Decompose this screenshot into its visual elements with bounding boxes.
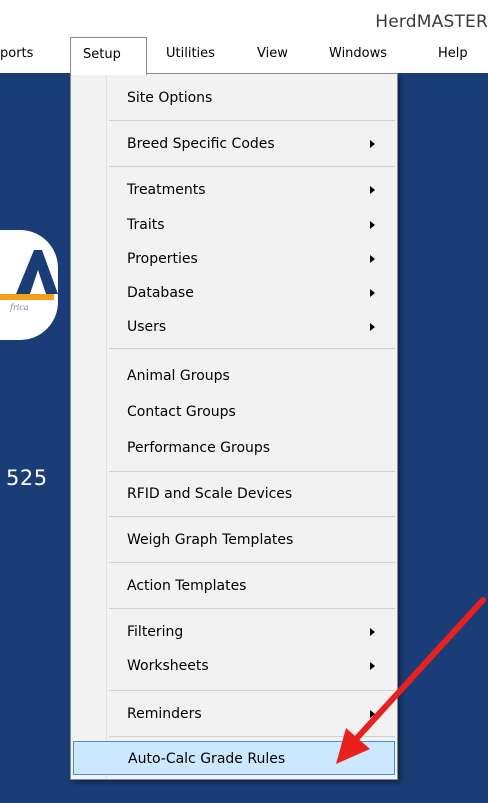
menu-item-worksheets[interactable]: Worksheets — [71, 649, 397, 683]
menu-item-weigh-graph-templates[interactable]: Weigh Graph Templates — [71, 523, 397, 557]
menu-item-label: Properties — [127, 251, 198, 267]
menu-item-filtering[interactable]: Filtering — [71, 615, 397, 649]
submenu-arrow-icon — [370, 221, 375, 229]
menu-item-label: Weigh Graph Templates — [127, 532, 294, 548]
menu-view[interactable]: View — [257, 37, 288, 73]
menu-bar: ports Setup Utilities View Windows Help — [0, 37, 488, 75]
menu-separator — [109, 166, 395, 167]
menu-separator — [109, 471, 395, 472]
submenu-arrow-icon — [370, 628, 375, 636]
submenu-arrow-icon — [370, 140, 375, 148]
menu-setup[interactable]: Setup — [70, 37, 147, 75]
menu-item-label: Worksheets — [127, 658, 209, 674]
menu-separator — [109, 120, 395, 121]
menu-item-label: Performance Groups — [127, 440, 271, 456]
menu-utilities[interactable]: Utilities — [166, 37, 215, 73]
menu-separator — [109, 690, 395, 691]
menu-windows[interactable]: Windows — [329, 37, 387, 73]
submenu-arrow-icon — [370, 289, 375, 297]
menu-item-label: Animal Groups — [127, 368, 230, 384]
submenu-arrow-icon — [370, 186, 375, 194]
menu-item-label: Treatments — [127, 182, 206, 198]
menu-item-users[interactable]: Users — [71, 310, 397, 344]
menu-item-action-templates[interactable]: Action Templates — [71, 569, 397, 603]
menu-item-breed-specific-codes[interactable]: Breed Specific Codes — [71, 127, 397, 161]
logo-script: frica — [10, 303, 29, 312]
menu-item-label: Users — [127, 319, 167, 335]
menu-item-label: Breed Specific Codes — [127, 136, 275, 152]
menu-item-properties[interactable]: Properties — [71, 242, 397, 276]
menu-item-rfid-scale-devices[interactable]: RFID and Scale Devices — [71, 477, 397, 511]
setup-dropdown-menu: Site Options Breed Specific Codes Treatm… — [70, 73, 398, 780]
menu-item-label: Reminders — [127, 706, 202, 722]
submenu-arrow-icon — [370, 710, 375, 718]
menu-separator — [109, 608, 395, 609]
menu-item-site-options[interactable]: Site Options — [71, 81, 397, 115]
submenu-arrow-icon — [370, 662, 375, 670]
menu-item-label: Traits — [127, 217, 165, 233]
menu-item-label: Filtering — [127, 624, 184, 640]
logo-a-icon — [16, 250, 58, 294]
menu-item-performance-groups[interactable]: Performance Groups — [71, 431, 397, 465]
menu-separator — [109, 516, 395, 517]
menu-reports[interactable]: ports — [0, 37, 33, 73]
menu-item-label: Auto-Calc Grade Rules — [128, 751, 286, 767]
background-number: 525 — [6, 466, 48, 490]
menu-item-reminders[interactable]: Reminders — [71, 697, 397, 731]
submenu-arrow-icon — [370, 323, 375, 331]
menu-item-database[interactable]: Database — [71, 276, 397, 310]
submenu-arrow-icon — [370, 255, 375, 263]
menu-item-traits[interactable]: Traits — [71, 208, 397, 242]
menu-item-label: Site Options — [127, 90, 213, 106]
menu-item-label: RFID and Scale Devices — [127, 486, 293, 502]
menu-item-auto-calc-grade-rules[interactable]: Auto-Calc Grade Rules — [73, 741, 395, 775]
title-bar: HerdMASTER — [0, 0, 488, 37]
menu-separator — [109, 736, 395, 737]
app-title: HerdMASTER — [375, 12, 488, 32]
logo-accent-bar — [0, 294, 54, 300]
menu-item-label: Database — [127, 285, 194, 301]
menu-item-contact-groups[interactable]: Contact Groups — [71, 395, 397, 429]
menu-item-label: Contact Groups — [127, 404, 236, 420]
menu-item-treatments[interactable]: Treatments — [71, 173, 397, 207]
menu-setup-label: Setup — [83, 47, 121, 62]
menu-separator — [109, 348, 395, 349]
menu-help[interactable]: Help — [438, 37, 468, 73]
menu-separator — [109, 562, 395, 563]
menu-item-label: Action Templates — [127, 578, 247, 594]
menu-item-animal-groups[interactable]: Animal Groups — [71, 359, 397, 393]
